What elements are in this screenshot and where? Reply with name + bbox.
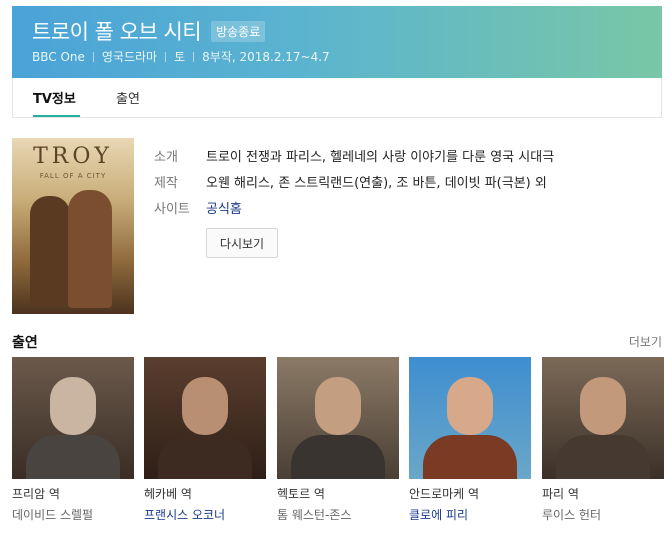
meta-day: 토 [174,50,186,64]
info-row-intro: 소개 트로이 전쟁과 파리스, 헬레네의 사랑 이야기를 다룬 영국 시대극 [154,142,554,168]
show-info: 소개 트로이 전쟁과 파리스, 헬레네의 사랑 이야기를 다룬 영국 시대극 제… [154,142,554,220]
poster-subtitle: FALL OF A CITY [39,172,107,180]
title-row: 트로이 폴 오브 시티 방송종료 [32,16,266,46]
cast-actor[interactable]: 프랜시스 오코너 [144,506,266,523]
cast-actor[interactable]: 데이비드 스렐펄 [12,506,134,523]
cast-role: 헤카베 역 [144,487,192,501]
show-title[interactable]: 트로이 폴 오브 시티 [32,16,202,46]
cast-photo[interactable] [144,357,266,479]
poster-image[interactable]: TROY FALL OF A CITY [12,138,134,314]
portrait-head [182,377,228,435]
status-badge: 방송종료 [211,20,266,42]
cast-photo[interactable] [277,357,399,479]
cast-role: 프리암 역 [12,487,60,501]
cast-photo[interactable] [409,357,531,479]
info-value: 오웬 해리스, 존 스트릭랜드(연출), 조 바튼, 데이빗 파(극본) 외 [206,175,547,191]
cast-actor[interactable]: 클로에 피리 [409,506,531,523]
portrait-head [50,377,96,435]
info-label: 사이트 [154,201,190,217]
meta-episodes: 8부작, 2018.2.17~4.7 [202,50,330,64]
info-value: 트로이 전쟁과 파리스, 헬레네의 사랑 이야기를 다룬 영국 시대극 [206,149,555,165]
portrait-body [556,435,650,479]
meta-divider [165,51,167,62]
meta-divider [193,51,195,62]
cast-card[interactable]: 파리 역 루이스 헌터 [542,357,664,523]
rewatch-button[interactable]: 다시보기 [206,228,278,258]
tab-tv-info[interactable]: TV정보 [33,88,76,107]
show-meta: BBC One 영국드라마 토 8부작, 2018.2.17~4.7 [32,48,330,65]
poster-title: TROY [33,144,113,169]
cast-role: 헥토르 역 [277,487,325,501]
poster-figure [68,190,112,308]
cast-card[interactable]: 프리암 역 데이비드 스렐펄 [12,357,134,523]
info-row-production: 제작 오웬 해리스, 존 스트릭랜드(연출), 조 바튼, 데이빗 파(극본) … [154,168,554,194]
portrait-head [580,377,626,435]
tab-cast[interactable]: 출연 [116,88,140,107]
portrait-body [423,435,517,479]
show-header: 트로이 폴 오브 시티 방송종료 BBC One 영국드라마 토 8부작, 20… [12,6,662,78]
portrait-head [315,377,361,435]
cast-card[interactable]: 헤카베 역 프랜시스 오코너 [144,357,266,523]
meta-divider [92,51,94,62]
portrait-body [26,435,120,479]
tab-bar: TV정보 출연 [12,78,662,118]
info-label: 소개 [154,149,178,165]
cast-actor[interactable]: 루이스 헌터 [542,506,664,523]
cast-heading: 출연 [12,335,38,351]
cast-card[interactable]: 헥토르 역 톰 웨스턴-존스 [277,357,399,523]
active-tab-indicator [33,115,80,117]
meta-channel: BBC One [32,49,85,64]
poster-figure [30,196,70,306]
cast-role: 파리 역 [542,487,579,501]
portrait-head [447,377,493,435]
cast-card[interactable]: 안드로마케 역 클로에 피리 [409,357,531,523]
meta-genre: 영국드라마 [101,50,158,64]
cast-photo[interactable] [12,357,134,479]
info-row-site: 사이트 공식홈 [154,194,554,220]
cast-more-link[interactable]: 더보기 [629,333,662,350]
cast-actor[interactable]: 톰 웨스턴-존스 [277,506,399,523]
cast-role: 안드로마케 역 [409,487,480,501]
portrait-body [158,435,252,479]
cast-photo[interactable] [542,357,664,479]
info-label: 제작 [154,175,178,191]
portrait-body [291,435,385,479]
official-site-link[interactable]: 공식홈 [206,198,242,217]
